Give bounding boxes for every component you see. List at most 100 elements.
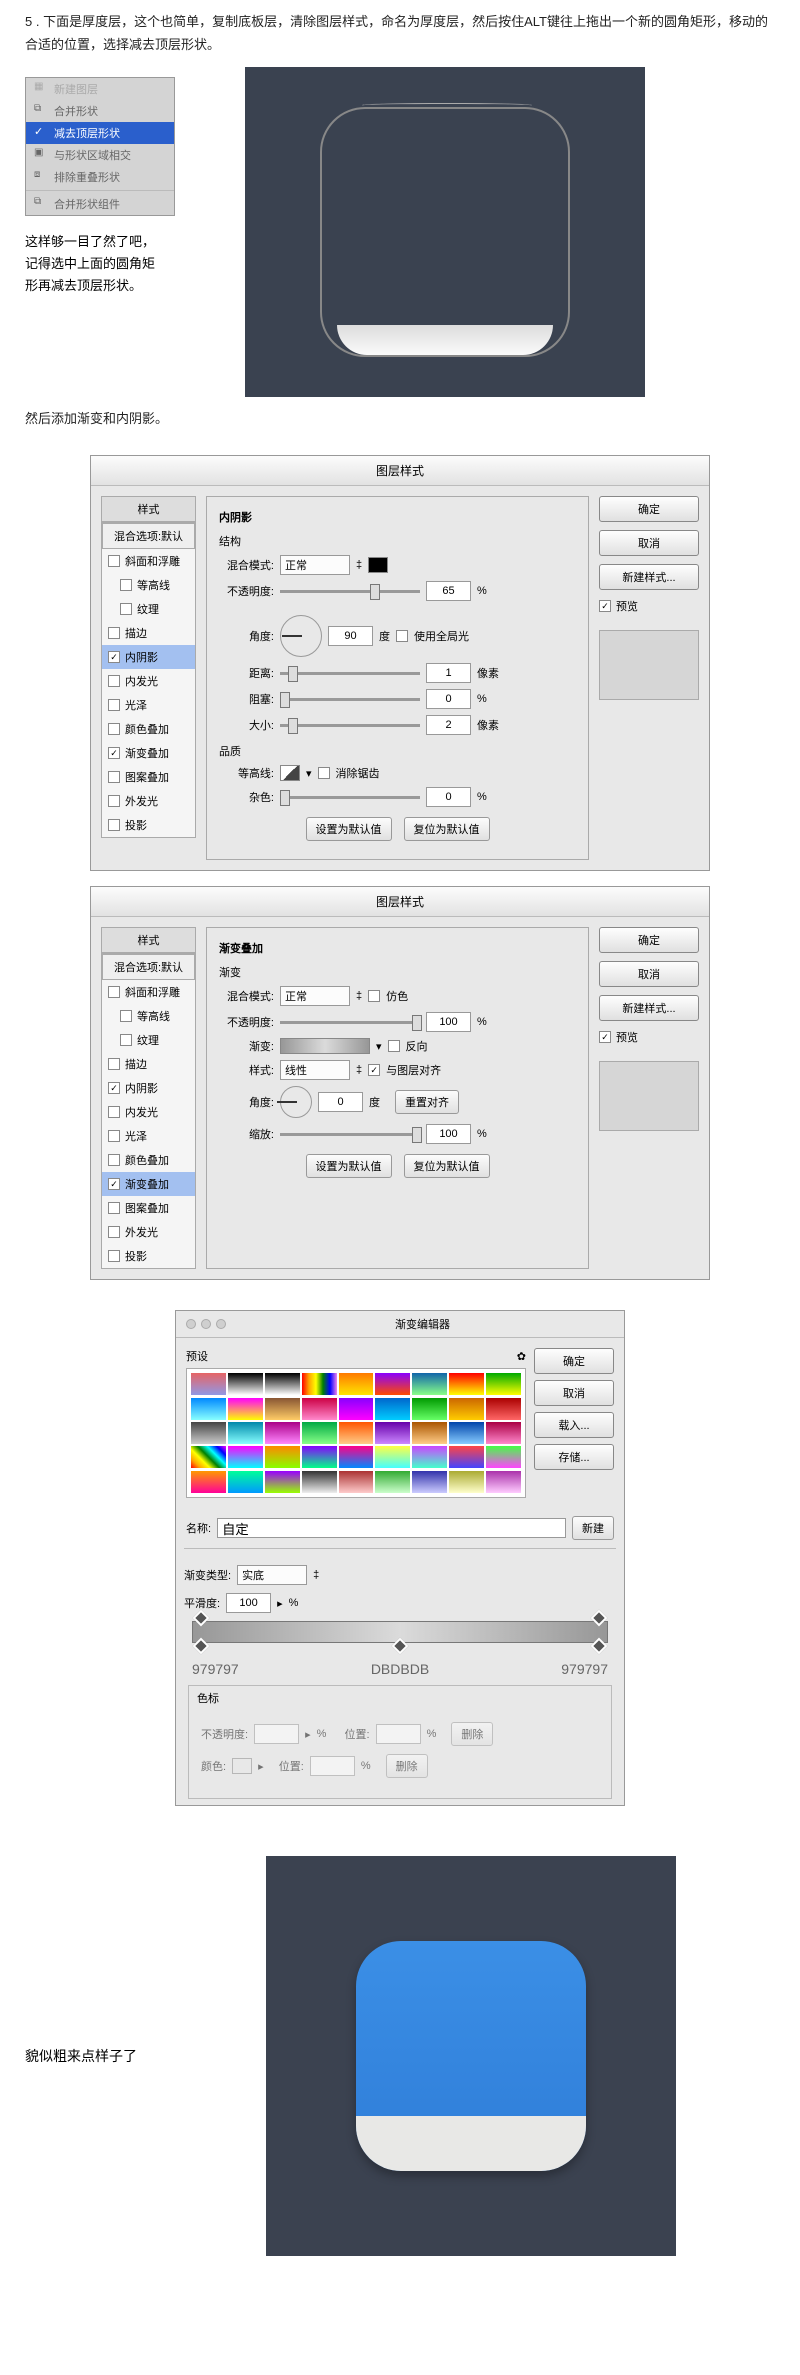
gear-icon[interactable]: ✿ [517, 1350, 526, 1363]
ge-save-button[interactable]: 存储... [534, 1444, 614, 1470]
go-angle-input[interactable] [318, 1092, 363, 1112]
opt-pattern-overlay[interactable]: 图案叠加 [102, 1196, 195, 1220]
gradient-presets-grid[interactable] [186, 1368, 526, 1498]
opt-satin[interactable]: 光泽 [102, 1124, 195, 1148]
window-close-icon[interactable] [186, 1319, 196, 1329]
ge-type-select[interactable]: 实底 [237, 1565, 307, 1585]
ok-button[interactable]: 确定 [599, 496, 699, 522]
ge-name-label: 名称: [186, 1520, 211, 1536]
reverse-checkbox[interactable] [388, 1040, 400, 1052]
antialias-checkbox[interactable] [318, 767, 330, 779]
go-blend-mode-select[interactable]: 正常 [280, 986, 350, 1006]
opt-inner-shadow[interactable]: 内阴影 [102, 1076, 195, 1100]
opt-gradient-overlay[interactable]: 渐变叠加 [102, 1172, 195, 1196]
ok-button[interactable]: 确定 [599, 927, 699, 953]
opt-outer-glow[interactable]: 外发光 [102, 789, 195, 813]
layer-style-dialog-inner-shadow: 图层样式 样式 混合选项:默认 斜面和浮雕 等高线 纹理 描边 内阴影 内发光 … [90, 455, 710, 871]
go-angle-dial[interactable] [280, 1086, 312, 1118]
ctx-subtract-front[interactable]: 减去顶层形状 [26, 122, 174, 144]
reset-default-button[interactable]: 复位为默认值 [404, 817, 490, 841]
opt-contour[interactable]: 等高线 [102, 573, 195, 597]
color-code-2: DBDBDB [371, 1661, 429, 1677]
opt-texture[interactable]: 纹理 [102, 1028, 195, 1052]
global-light-checkbox[interactable] [396, 630, 408, 642]
noise-input[interactable] [426, 787, 471, 807]
ctx-merge-shapes[interactable]: ⧉合并形状 [26, 100, 174, 122]
opt-inner-glow[interactable]: 内发光 [102, 669, 195, 693]
go-scale-slider[interactable] [280, 1133, 420, 1136]
opt-bevel[interactable]: 斜面和浮雕 [102, 549, 195, 573]
ge-name-input[interactable] [217, 1518, 566, 1538]
size-slider[interactable] [280, 724, 420, 727]
opt-bevel[interactable]: 斜面和浮雕 [102, 980, 195, 1004]
cancel-button[interactable]: 取消 [599, 961, 699, 987]
ge-load-button[interactable]: 载入... [534, 1412, 614, 1438]
gradient-bar[interactable] [192, 1621, 608, 1643]
go-style-select[interactable]: 线性 [280, 1060, 350, 1080]
opt-drop-shadow[interactable]: 投影 [102, 813, 195, 837]
ctx-exclude[interactable]: ⧈排除重叠形状 [26, 166, 174, 188]
distance-slider[interactable] [280, 672, 420, 675]
opt-contour[interactable]: 等高线 [102, 1004, 195, 1028]
noise-slider[interactable] [280, 796, 420, 799]
ge-new-button[interactable]: 新建 [572, 1516, 614, 1540]
ge-cancel-button[interactable]: 取消 [534, 1380, 614, 1406]
reset-default-button[interactable]: 复位为默认值 [404, 1154, 490, 1178]
opt-satin[interactable]: 光泽 [102, 693, 195, 717]
blend-mode-select[interactable]: 正常 [280, 555, 350, 575]
styles-header[interactable]: 样式 [101, 927, 196, 953]
dither-checkbox[interactable] [368, 990, 380, 1002]
opt-gradient-overlay[interactable]: 渐变叠加 [102, 741, 195, 765]
opt-color-overlay[interactable]: 颜色叠加 [102, 717, 195, 741]
opt-inner-glow[interactable]: 内发光 [102, 1100, 195, 1124]
go-scale-input[interactable] [426, 1124, 471, 1144]
contour-picker[interactable] [280, 765, 300, 781]
styles-header[interactable]: 样式 [101, 496, 196, 522]
opt-stroke[interactable]: 描边 [102, 621, 195, 645]
new-style-button[interactable]: 新建样式... [599, 564, 699, 590]
ctx-merge-components[interactable]: ⧉合并形状组件 [26, 193, 174, 215]
ge-ok-button[interactable]: 确定 [534, 1348, 614, 1374]
inner-shadow-panel: 内阴影 结构 混合模式:正常‡ 不透明度:% 角度:度使用全局光 距离:像素 阻… [206, 496, 589, 860]
rounded-rect-preview [245, 67, 645, 397]
go-opacity-input[interactable] [426, 1012, 471, 1032]
opt-stroke[interactable]: 描边 [102, 1052, 195, 1076]
style-preview-thumb [599, 630, 699, 700]
reset-align-button[interactable]: 重置对齐 [395, 1090, 459, 1114]
presets-label: 预设 [186, 1348, 208, 1364]
angle-input[interactable] [328, 626, 373, 646]
ctx-intersect[interactable]: ▣与形状区域相交 [26, 144, 174, 166]
mix-options[interactable]: 混合选项:默认 [102, 523, 195, 549]
mix-options[interactable]: 混合选项:默认 [102, 954, 195, 980]
cancel-button[interactable]: 取消 [599, 530, 699, 556]
opt-pattern-overlay[interactable]: 图案叠加 [102, 765, 195, 789]
preview-checkbox[interactable] [599, 600, 611, 612]
go-opacity-slider[interactable] [280, 1021, 420, 1024]
opt-color-overlay[interactable]: 颜色叠加 [102, 1148, 195, 1172]
distance-input[interactable] [426, 663, 471, 683]
opacity-input[interactable] [426, 581, 471, 601]
choke-slider[interactable] [280, 698, 420, 701]
choke-input[interactable] [426, 689, 471, 709]
opt-texture[interactable]: 纹理 [102, 597, 195, 621]
color-code-1: 979797 [192, 1661, 239, 1677]
layer-style-dialog-gradient: 图层样式 样式 混合选项:默认 斜面和浮雕 等高线 纹理 描边 内阴影 内发光 … [90, 886, 710, 1280]
angle-dial[interactable] [280, 615, 322, 657]
gradient-picker[interactable] [280, 1038, 370, 1054]
preview-checkbox[interactable] [599, 1031, 611, 1043]
opt-inner-shadow[interactable]: 内阴影 [102, 645, 195, 669]
new-style-button[interactable]: 新建样式... [599, 995, 699, 1021]
size-input[interactable] [426, 715, 471, 735]
opacity-slider[interactable] [280, 590, 420, 593]
set-default-button[interactable]: 设置为默认值 [306, 817, 392, 841]
window-min-icon[interactable] [201, 1319, 211, 1329]
style-list: 样式 混合选项:默认 斜面和浮雕 等高线 纹理 描边 内阴影 内发光 光泽 颜色… [101, 927, 196, 1269]
opt-outer-glow[interactable]: 外发光 [102, 1220, 195, 1244]
set-default-button[interactable]: 设置为默认值 [306, 1154, 392, 1178]
shadow-color-swatch[interactable] [368, 557, 388, 573]
ge-smooth-input[interactable] [226, 1593, 271, 1613]
window-max-icon[interactable] [216, 1319, 226, 1329]
align-checkbox[interactable] [368, 1064, 380, 1076]
opt-drop-shadow[interactable]: 投影 [102, 1244, 195, 1268]
style-list: 样式 混合选项:默认 斜面和浮雕 等高线 纹理 描边 内阴影 内发光 光泽 颜色… [101, 496, 196, 860]
